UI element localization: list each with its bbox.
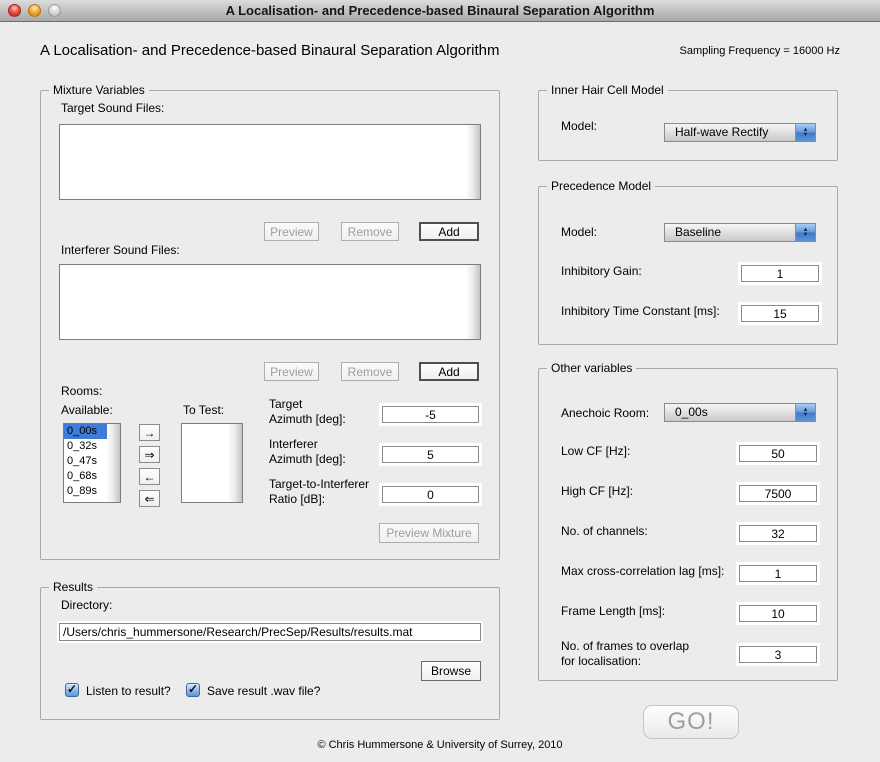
results-panel: Results Directory: Browse ✓ Listen to re… [40, 587, 500, 720]
preview-interferer-button[interactable]: Preview [264, 362, 319, 381]
available-rooms-listbox[interactable]: 0_00s0_32s0_47s0_68s0_89s [63, 423, 121, 503]
inhibitory-gain-input[interactable] [741, 265, 819, 282]
precedence-model-dropdown[interactable]: Baseline ▲▼ [664, 223, 816, 242]
move-left-button[interactable]: ← [139, 468, 160, 485]
scrollbar[interactable] [467, 265, 480, 339]
to-test-rooms-listbox[interactable] [181, 423, 243, 503]
available-rooms-label: Available: [61, 403, 113, 418]
ihc-model-dropdown[interactable]: Half-wave Rectify ▲▼ [664, 123, 816, 142]
move-right-button[interactable]: → [139, 424, 160, 441]
overlap-label: No. of frames to overlap for localisatio… [561, 639, 689, 669]
minimize-icon[interactable] [28, 4, 41, 17]
move-all-left-button[interactable]: ⇐ [139, 490, 160, 507]
target-files-label: Target Sound Files: [61, 101, 164, 116]
remove-interferer-button[interactable]: Remove [341, 362, 399, 381]
channels-input[interactable] [739, 525, 817, 542]
anechoic-room-label: Anechoic Room: [561, 406, 649, 421]
scrollbar[interactable] [467, 125, 480, 199]
low-cf-input[interactable] [739, 445, 817, 462]
directory-input[interactable] [59, 623, 481, 641]
traffic-lights [8, 4, 61, 17]
window-titlebar[interactable]: A Localisation- and Precedence-based Bin… [0, 0, 880, 22]
browse-button[interactable]: Browse [421, 661, 481, 681]
tir-label: Target-to-Interferer Ratio [dB]: [269, 477, 369, 507]
precedence-legend: Precedence Model [547, 179, 655, 193]
mixture-variables-panel: Mixture Variables Target Sound Files: Pr… [40, 90, 500, 560]
checkmark-icon: ✓ [67, 682, 77, 696]
ihc-model-label: Model: [561, 119, 597, 134]
results-legend: Results [49, 580, 97, 594]
add-interferer-button[interactable]: Add [419, 362, 479, 381]
channels-label: No. of channels: [561, 524, 648, 539]
go-button[interactable]: GO! [643, 705, 739, 739]
target-azimuth-input[interactable] [382, 406, 479, 423]
other-variables-legend: Other variables [547, 361, 636, 375]
low-cf-label: Low CF [Hz]: [561, 444, 630, 459]
scrollbar[interactable] [107, 424, 120, 502]
zoom-icon[interactable] [48, 4, 61, 17]
anechoic-room-dropdown[interactable]: 0_00s ▲▼ [664, 403, 816, 422]
remove-target-button[interactable]: Remove [341, 222, 399, 241]
to-test-label: To Test: [183, 403, 224, 418]
high-cf-input[interactable] [739, 485, 817, 502]
max-lag-label: Max cross-correlation lag [ms]: [561, 564, 724, 579]
ihc-panel: Inner Hair Cell Model Model: Half-wave R… [538, 90, 838, 161]
window-title: A Localisation- and Precedence-based Bin… [0, 0, 880, 21]
interferer-files-label: Interferer Sound Files: [61, 243, 180, 258]
precedence-model-label: Model: [561, 225, 597, 240]
checkmark-icon: ✓ [188, 682, 198, 696]
scrollbar[interactable] [229, 424, 242, 502]
sampling-frequency-label: Sampling Frequency = 16000 Hz [679, 45, 840, 57]
mixture-variables-legend: Mixture Variables [49, 83, 149, 97]
inhibitory-gain-label: Inhibitory Gain: [561, 264, 642, 279]
add-target-button[interactable]: Add [419, 222, 479, 241]
listen-checkbox[interactable]: ✓ [65, 683, 79, 697]
high-cf-label: High CF [Hz]: [561, 484, 633, 499]
precedence-model-value: Baseline [665, 224, 795, 241]
footer-copyright: © Chris Hummersone & University of Surre… [0, 739, 880, 751]
close-icon[interactable] [8, 4, 21, 17]
frame-length-label: Frame Length [ms]: [561, 604, 665, 619]
max-lag-input[interactable] [739, 565, 817, 582]
save-wav-checkbox-label: Save result .wav file? [207, 684, 320, 698]
interferer-azimuth-label: Interferer Azimuth [deg]: [269, 437, 346, 467]
ihc-legend: Inner Hair Cell Model [547, 83, 668, 97]
move-all-right-button[interactable]: ⇒ [139, 446, 160, 463]
overlap-input[interactable] [739, 646, 817, 663]
rooms-label: Rooms: [61, 384, 102, 399]
app-window: A Localisation- and Precedence-based Bin… [0, 0, 880, 762]
ihc-model-value: Half-wave Rectify [665, 124, 795, 141]
dropdown-stepper-icon: ▲▼ [795, 224, 815, 241]
target-azimuth-label: Target Azimuth [deg]: [269, 397, 346, 427]
listen-checkbox-label: Listen to result? [86, 684, 171, 698]
preview-target-button[interactable]: Preview [264, 222, 319, 241]
dropdown-stepper-icon: ▲▼ [795, 124, 815, 141]
interferer-files-listbox[interactable] [59, 264, 481, 340]
dropdown-stepper-icon: ▲▼ [795, 404, 815, 421]
tir-input[interactable] [382, 486, 479, 503]
save-wav-checkbox[interactable]: ✓ [186, 683, 200, 697]
inhibitory-tc-input[interactable] [741, 305, 819, 322]
precedence-panel: Precedence Model Model: Baseline ▲▼ Inhi… [538, 186, 838, 345]
target-files-listbox[interactable] [59, 124, 481, 200]
page-title: A Localisation- and Precedence-based Bin… [40, 42, 499, 59]
directory-label: Directory: [61, 598, 112, 613]
other-variables-panel: Other variables Anechoic Room: 0_00s ▲▼ … [538, 368, 838, 681]
anechoic-room-value: 0_00s [665, 404, 795, 421]
frame-length-input[interactable] [739, 605, 817, 622]
interferer-azimuth-input[interactable] [382, 446, 479, 463]
inhibitory-tc-label: Inhibitory Time Constant [ms]: [561, 304, 720, 319]
preview-mixture-button[interactable]: Preview Mixture [379, 523, 479, 543]
